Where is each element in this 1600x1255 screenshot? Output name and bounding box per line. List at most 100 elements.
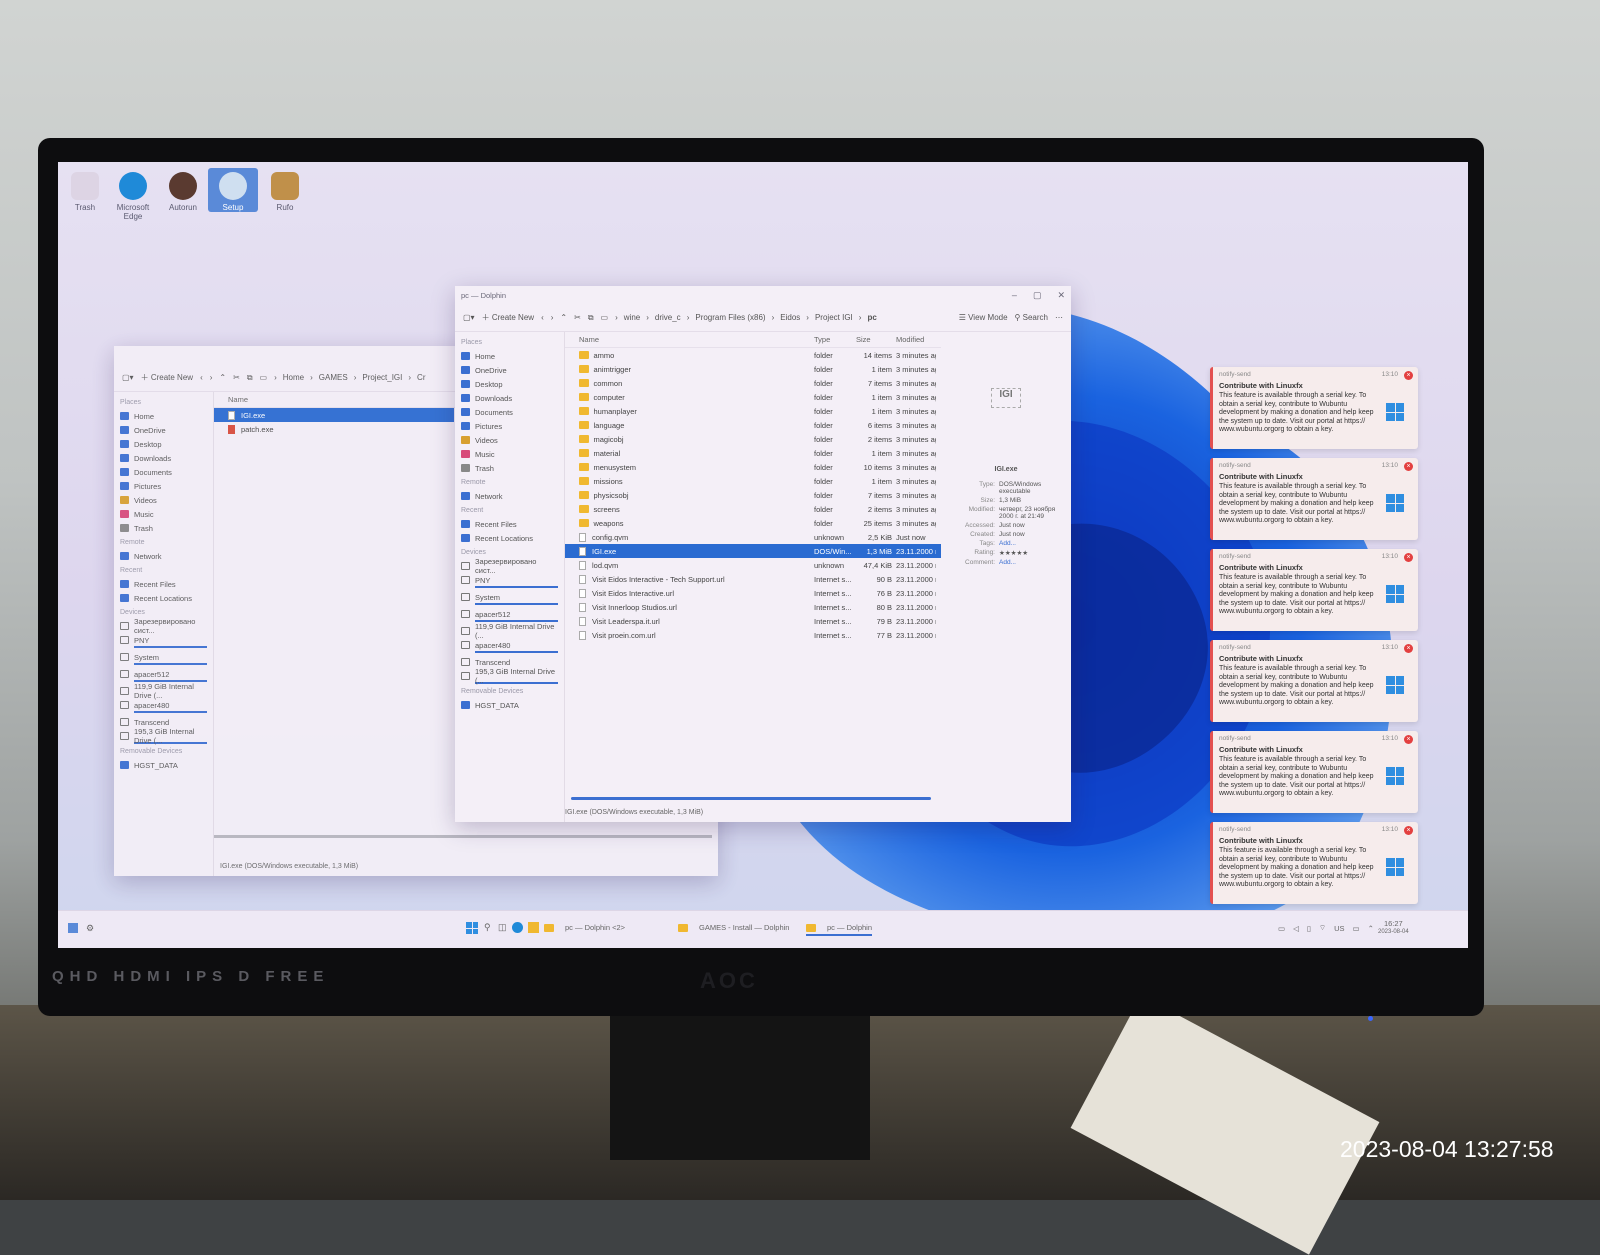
view-mode-button[interactable]: ☰ View Mode [959, 313, 1008, 322]
start-button[interactable] [466, 922, 478, 934]
back-icon[interactable]: ‹ [541, 313, 544, 322]
file-row[interactable]: Visit Leaderspa.it.urlInternet s...79 B2… [565, 614, 941, 628]
places-item-places[interactable]: Music [461, 447, 558, 461]
notification-card[interactable]: notify-send13:10×Contribute with Linuxfx… [1210, 731, 1418, 813]
clock[interactable]: 16:27 2023-08-04 [1378, 919, 1409, 937]
places-item-recent[interactable]: Recent Files [461, 517, 558, 531]
places-item-remote[interactable]: Network [120, 549, 207, 563]
new-tab-icon[interactable]: ▢▾ [463, 313, 475, 322]
desktop-icon-edge[interactable]: Microsoft Edge [108, 172, 158, 221]
file-row[interactable]: Visit Eidos Interactive - Tech Support.u… [565, 572, 941, 586]
file-row[interactable]: ›commonfolder7 items3 minutes ag [565, 376, 941, 390]
notification-card[interactable]: notify-send13:10×Contribute with Linuxfx… [1210, 822, 1418, 904]
file-row[interactable]: IGI.exeDOS/Win...1,3 MiB23.11.2000 г. [565, 544, 941, 558]
desktop-icon-setup[interactable]: Setup [208, 168, 258, 212]
places-item-places[interactable]: Desktop [120, 437, 207, 451]
front-dolphin-window[interactable]: pc — Dolphin – ▢ ✕ ▢▾ ＋ Create New ‹› ⌃✂… [455, 286, 1071, 822]
places-item-devices[interactable]: 119,9 GiB Internal Drive (... [120, 684, 207, 698]
places-item-recent[interactable]: Recent Files [120, 577, 207, 591]
paste-icon[interactable]: ▭ [260, 373, 268, 382]
network-icon[interactable]: ⌔ [1319, 923, 1326, 933]
task-view-icon[interactable]: ◫ [498, 922, 507, 933]
files-icon[interactable] [528, 922, 539, 933]
create-new-button[interactable]: ＋ Create New [141, 372, 193, 383]
places-item-devices[interactable]: PNY [120, 633, 207, 647]
column-size-header[interactable]: Size [856, 335, 896, 344]
places-item-devices[interactable]: System [461, 590, 558, 604]
close-icon[interactable]: × [1404, 826, 1413, 835]
settings-icon[interactable]: ⚙ [86, 923, 94, 934]
file-row[interactable]: ›computerfolder1 item3 minutes ag [565, 390, 941, 404]
places-item-devices[interactable]: 195,3 GiB Internal Drive (... [120, 729, 207, 743]
volume-icon[interactable]: ◁ [1293, 924, 1299, 933]
file-row[interactable]: ›screensfolder2 items3 minutes ag [565, 502, 941, 516]
places-item-devices[interactable]: PNY [461, 573, 558, 587]
places-item-devices[interactable]: apacer480 [461, 638, 558, 652]
close-icon[interactable]: × [1404, 371, 1413, 380]
desktop-icon-rufo[interactable]: Rufo [260, 172, 310, 212]
places-item-places[interactable]: Videos [120, 493, 207, 507]
places-item-devices[interactable]: System [120, 650, 207, 664]
crumb-project[interactable]: Project_IGI [362, 373, 402, 382]
file-row[interactable]: ›ammofolder14 items3 minutes ag [565, 348, 941, 362]
close-icon[interactable]: × [1404, 553, 1413, 562]
keyboard-layout[interactable]: US [1334, 924, 1344, 933]
file-row[interactable]: ›menusystemfolder10 items3 minutes ag [565, 460, 941, 474]
places-item-places[interactable]: Pictures [120, 479, 207, 493]
file-row[interactable]: ›missionsfolder1 item3 minutes ag [565, 474, 941, 488]
places-item-places[interactable]: Music [120, 507, 207, 521]
new-tab-icon[interactable]: ▢▾ [122, 373, 134, 382]
file-row[interactable]: Visit proein.com.urlInternet s...77 B23.… [565, 628, 941, 642]
places-item-places[interactable]: Documents [461, 405, 558, 419]
copy-icon[interactable]: ⧉ [588, 313, 594, 323]
places-item-remote[interactable]: Network [461, 489, 558, 503]
places-item-places[interactable]: OneDrive [461, 363, 558, 377]
show-desktop-icon[interactable] [68, 923, 78, 933]
places-item-places[interactable]: Downloads [461, 391, 558, 405]
places-item-removable[interactable]: HGST_DATA [461, 698, 558, 712]
notification-card[interactable]: notify-send13:10×Contribute with Linuxfx… [1210, 549, 1418, 631]
cut-icon[interactable]: ✂ [574, 313, 581, 322]
close-icon[interactable]: × [1404, 735, 1413, 744]
tray-expand-icon[interactable]: ⌃ [1368, 924, 1374, 933]
file-row[interactable]: ›animtriggerfolder1 item3 minutes ag [565, 362, 941, 376]
create-new-button[interactable]: ＋ Create New [482, 312, 534, 323]
places-item-devices[interactable]: Зарезервировано сист... [120, 619, 207, 633]
clipboard-icon[interactable]: ▭ [1278, 924, 1285, 933]
up-icon[interactable]: ⌃ [219, 373, 226, 382]
search-icon[interactable]: ⚲ [484, 922, 491, 933]
minimize-button[interactable]: – [1012, 290, 1017, 301]
places-item-places[interactable]: Home [461, 349, 558, 363]
scrollbar[interactable] [214, 835, 712, 838]
paste-icon[interactable]: ▭ [601, 313, 609, 322]
info-value-comment[interactable]: Add... [999, 559, 1065, 566]
column-type-header[interactable]: Type [814, 335, 856, 344]
file-row[interactable]: ›languagefolder6 items3 minutes ag [565, 418, 941, 432]
crumb-project-igi[interactable]: Project IGI [815, 313, 853, 322]
places-item-places[interactable]: OneDrive [120, 423, 207, 437]
places-item-recent[interactable]: Recent Locations [461, 531, 558, 545]
crumb-home[interactable]: Home [283, 373, 304, 382]
crumb-games[interactable]: GAMES [319, 373, 348, 382]
back-icon[interactable]: ‹ [200, 373, 203, 382]
places-item-recent[interactable]: Recent Locations [120, 591, 207, 605]
places-item-devices[interactable]: Зарезервировано сист... [461, 559, 558, 573]
info-value-rating[interactable]: ★★★★★ [999, 549, 1065, 557]
places-item-places[interactable]: Trash [461, 461, 558, 475]
info-value-tags[interactable]: Add... [999, 540, 1065, 547]
column-modified-header[interactable]: Modified [896, 335, 936, 344]
up-icon[interactable]: ⌃ [560, 313, 567, 322]
titlebar[interactable]: pc — Dolphin – ▢ ✕ [455, 286, 1071, 304]
crumb-cr[interactable]: Cr [417, 373, 425, 382]
places-item-devices[interactable]: apacer512 [120, 667, 207, 681]
places-item-places[interactable]: Pictures [461, 419, 558, 433]
places-item-devices[interactable]: apacer512 [461, 607, 558, 621]
cut-icon[interactable]: ✂ [233, 373, 240, 382]
file-row[interactable]: ›materialfolder1 item3 minutes ag [565, 446, 941, 460]
places-item-devices[interactable]: 195,3 GiB Internal Drive (... [461, 669, 558, 683]
places-item-removable[interactable]: HGST_DATA [120, 758, 207, 772]
forward-icon[interactable]: › [210, 373, 213, 382]
task-games-install[interactable]: GAMES - Install — Dolphin [678, 923, 789, 932]
task-pc-dolphin[interactable]: pc — Dolphin [806, 923, 872, 936]
places-item-places[interactable]: Desktop [461, 377, 558, 391]
